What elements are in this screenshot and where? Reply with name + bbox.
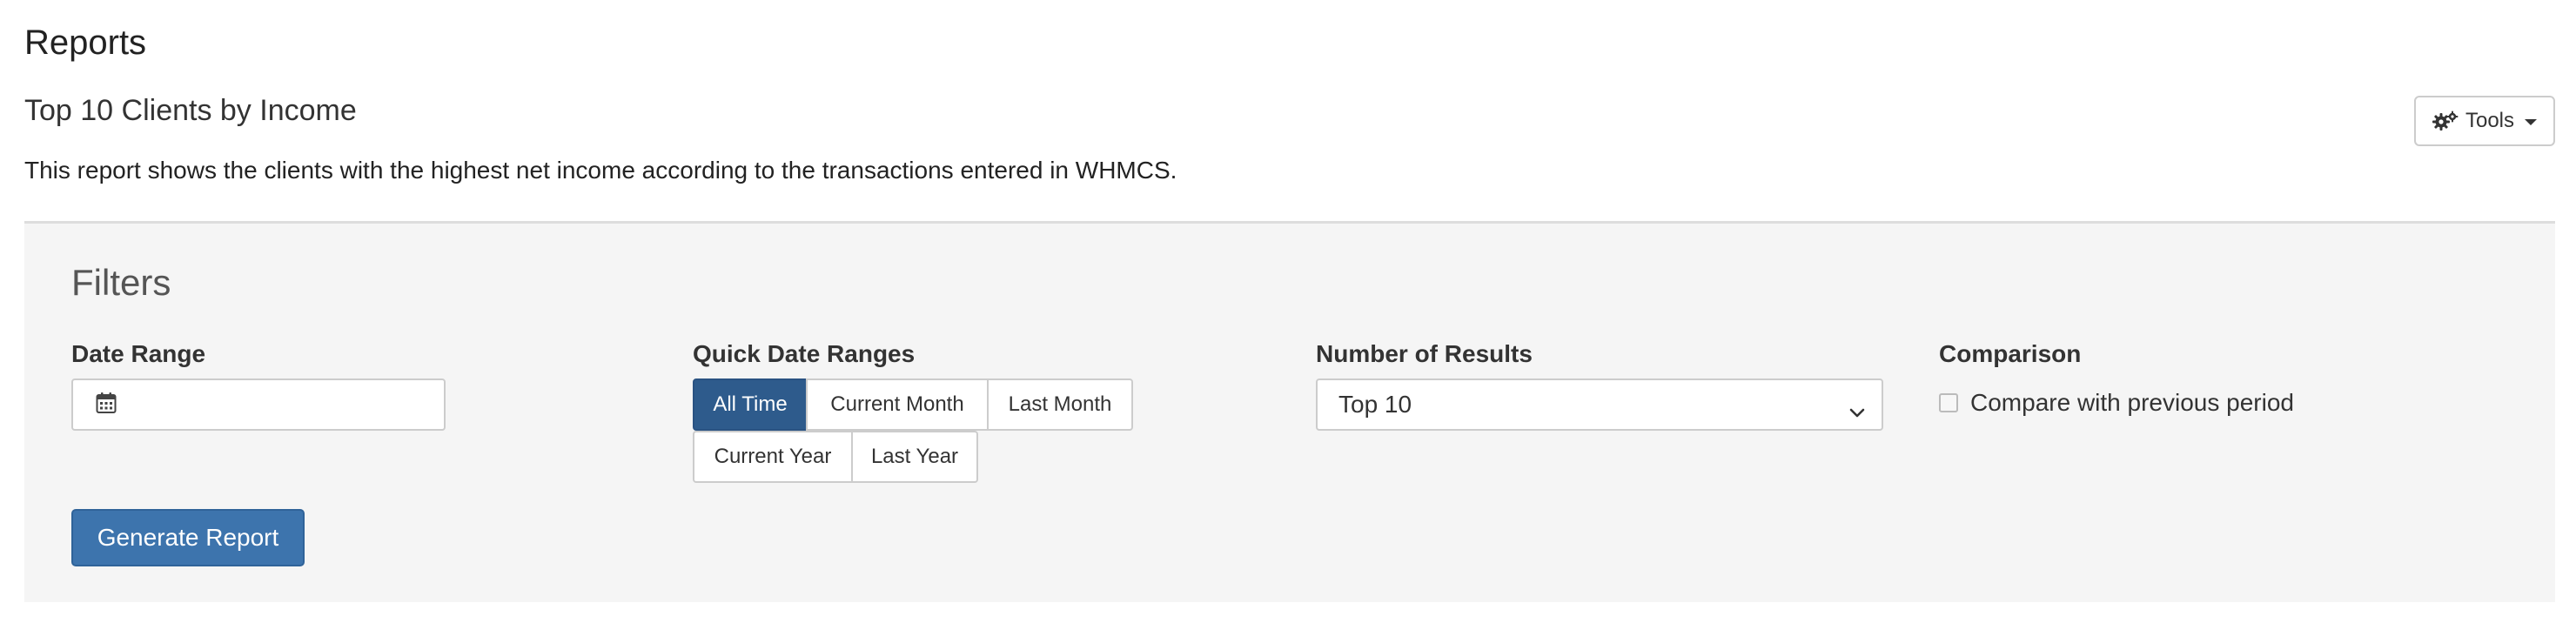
filters-heading: Filters [71,262,171,303]
range-current-month-button[interactable]: Current Month [806,378,989,431]
compare-checkbox[interactable] [1939,393,1958,412]
filters-panel: Filters Date Range Quick Date Ranges All… [24,221,2555,602]
comparison-label: Comparison [1939,340,2082,367]
caret-down-icon [2525,119,2538,125]
compare-checkbox-label[interactable]: Compare with previous period [1970,385,2294,420]
range-all-time-button[interactable]: All Time [693,378,808,431]
date-range-label: Date Range [71,340,206,367]
page-title: Reports [24,23,147,62]
tools-label: Tools [2465,109,2515,132]
reports-page: Reports Top 10 Clients by Income This re… [0,0,2576,623]
date-range-input[interactable] [129,390,428,419]
generate-report-button[interactable]: Generate Report [71,509,305,566]
chevron-down-icon [1848,398,1866,425]
tools-dropdown-button[interactable]: Tools [2414,96,2555,146]
compare-option: Compare with previous period [1939,385,2294,420]
gears-icon [2432,111,2459,131]
range-current-year-button[interactable]: Current Year [693,431,853,483]
report-description: This report shows the clients with the h… [24,157,1177,184]
report-title: Top 10 Clients by Income [24,94,357,127]
number-of-results-select[interactable]: Top 10 [1316,378,1883,431]
calendar-icon [96,392,117,419]
range-last-month-button[interactable]: Last Month [987,378,1133,431]
date-range-field[interactable] [71,378,446,431]
number-of-results-label: Number of Results [1316,340,1533,367]
number-of-results-value: Top 10 [1338,391,1412,418]
range-last-year-button[interactable]: Last Year [851,431,978,483]
quick-date-ranges-label: Quick Date Ranges [693,340,916,367]
